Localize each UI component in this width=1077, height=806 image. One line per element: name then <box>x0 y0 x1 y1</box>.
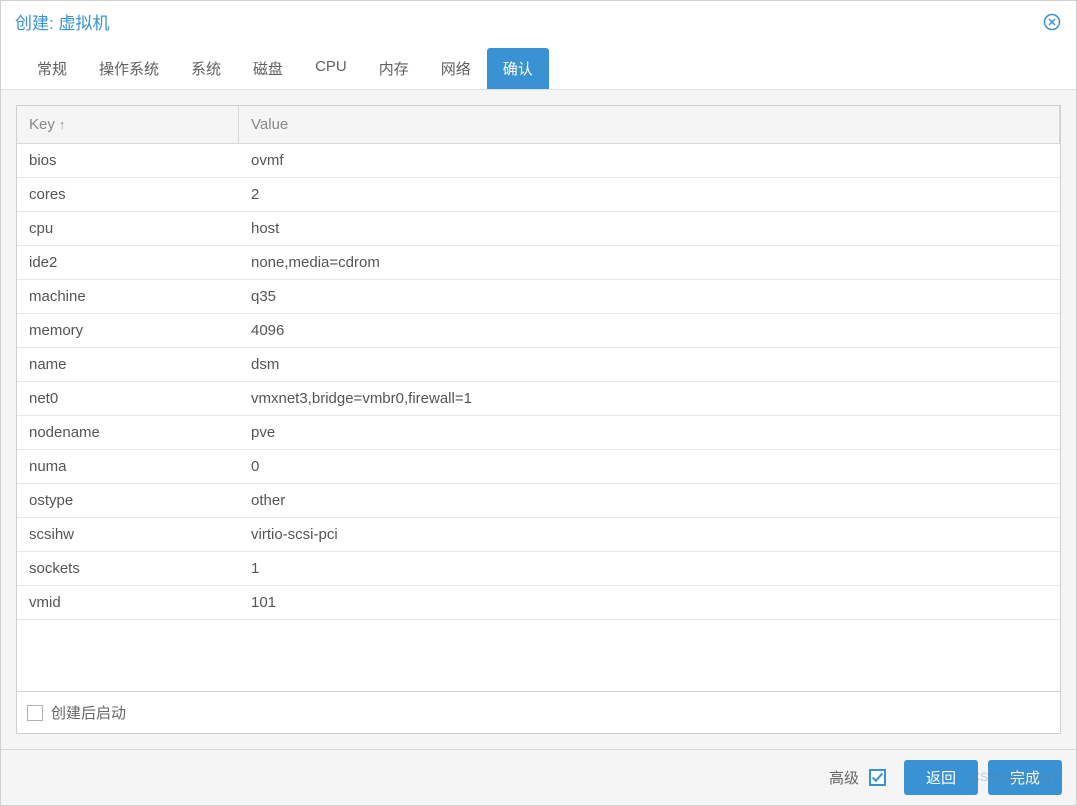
table-row[interactable]: ostypeother <box>17 484 1060 518</box>
footer-bar: 高级 返回 完成 <box>1 749 1076 805</box>
close-icon[interactable] <box>1042 12 1062 32</box>
header-key-text: Key <box>29 116 55 133</box>
cell-key: vmid <box>17 586 239 619</box>
cell-value: 1 <box>239 552 1060 585</box>
start-after-create-checkbox[interactable] <box>27 705 43 721</box>
cell-value: pve <box>239 416 1060 449</box>
tab-7[interactable]: 确认 <box>487 48 549 89</box>
cell-value: 101 <box>239 586 1060 619</box>
tab-5[interactable]: 内存 <box>363 48 425 89</box>
cell-value: 0 <box>239 450 1060 483</box>
table-row[interactable]: vmid101 <box>17 586 1060 620</box>
tab-1[interactable]: 操作系统 <box>83 48 175 89</box>
column-header-value[interactable]: Value <box>239 106 1060 143</box>
table-row[interactable]: net0vmxnet3,bridge=vmbr0,firewall=1 <box>17 382 1060 416</box>
advanced-label: 高级 <box>829 767 859 788</box>
cell-key: bios <box>17 144 239 177</box>
cell-value: other <box>239 484 1060 517</box>
cell-key: machine <box>17 280 239 313</box>
cell-key: memory <box>17 314 239 347</box>
create-vm-dialog: 创建: 虚拟机 常规操作系统系统磁盘CPU内存网络确认 Key ↑ Value … <box>0 0 1077 806</box>
table-row[interactable]: numa0 <box>17 450 1060 484</box>
start-after-create-label: 创建后启动 <box>51 702 126 723</box>
cell-value: dsm <box>239 348 1060 381</box>
table-row[interactable]: biosovmf <box>17 144 1060 178</box>
finish-button[interactable]: 完成 <box>988 760 1062 795</box>
table-row[interactable]: ide2none,media=cdrom <box>17 246 1060 280</box>
table-row[interactable]: namedsm <box>17 348 1060 382</box>
table-row[interactable]: scsihwvirtio-scsi-pci <box>17 518 1060 552</box>
cell-value: ovmf <box>239 144 1060 177</box>
table-row[interactable]: nodenamepve <box>17 416 1060 450</box>
tab-3[interactable]: 磁盘 <box>237 48 299 89</box>
cell-key: cpu <box>17 212 239 245</box>
dialog-title: 创建: 虚拟机 <box>15 9 109 34</box>
advanced-checkbox[interactable] <box>869 769 886 786</box>
summary-table: Key ↑ Value biosovmfcores2cpuhostide2non… <box>16 105 1061 692</box>
tab-4[interactable]: CPU <box>299 48 363 89</box>
cell-key: cores <box>17 178 239 211</box>
cell-key: scsihw <box>17 518 239 551</box>
cell-key: numa <box>17 450 239 483</box>
cell-key: ostype <box>17 484 239 517</box>
table-header: Key ↑ Value <box>17 106 1060 144</box>
sort-ascending-icon: ↑ <box>59 117 66 132</box>
cell-key: name <box>17 348 239 381</box>
table-row[interactable]: sockets1 <box>17 552 1060 586</box>
cell-value: virtio-scsi-pci <box>239 518 1060 551</box>
tab-6[interactable]: 网络 <box>425 48 487 89</box>
cell-value: host <box>239 212 1060 245</box>
cell-value: 2 <box>239 178 1060 211</box>
content-area: Key ↑ Value biosovmfcores2cpuhostide2non… <box>1 90 1076 749</box>
cell-value: vmxnet3,bridge=vmbr0,firewall=1 <box>239 382 1060 415</box>
cell-value: 4096 <box>239 314 1060 347</box>
table-row[interactable]: cpuhost <box>17 212 1060 246</box>
title-bar: 创建: 虚拟机 <box>1 1 1076 44</box>
tab-0[interactable]: 常规 <box>21 48 83 89</box>
cell-value: q35 <box>239 280 1060 313</box>
table-row[interactable]: machineq35 <box>17 280 1060 314</box>
cell-value: none,media=cdrom <box>239 246 1060 279</box>
tab-bar: 常规操作系统系统磁盘CPU内存网络确认 <box>1 44 1076 90</box>
table-body[interactable]: biosovmfcores2cpuhostide2none,media=cdro… <box>17 144 1060 691</box>
cell-key: nodename <box>17 416 239 449</box>
start-after-create-row: 创建后启动 <box>16 692 1061 734</box>
back-button[interactable]: 返回 <box>904 760 978 795</box>
cell-key: sockets <box>17 552 239 585</box>
table-row[interactable]: memory4096 <box>17 314 1060 348</box>
header-value-text: Value <box>251 116 288 133</box>
cell-key: ide2 <box>17 246 239 279</box>
column-header-key[interactable]: Key ↑ <box>17 106 239 143</box>
table-row[interactable]: cores2 <box>17 178 1060 212</box>
cell-key: net0 <box>17 382 239 415</box>
tab-2[interactable]: 系统 <box>175 48 237 89</box>
